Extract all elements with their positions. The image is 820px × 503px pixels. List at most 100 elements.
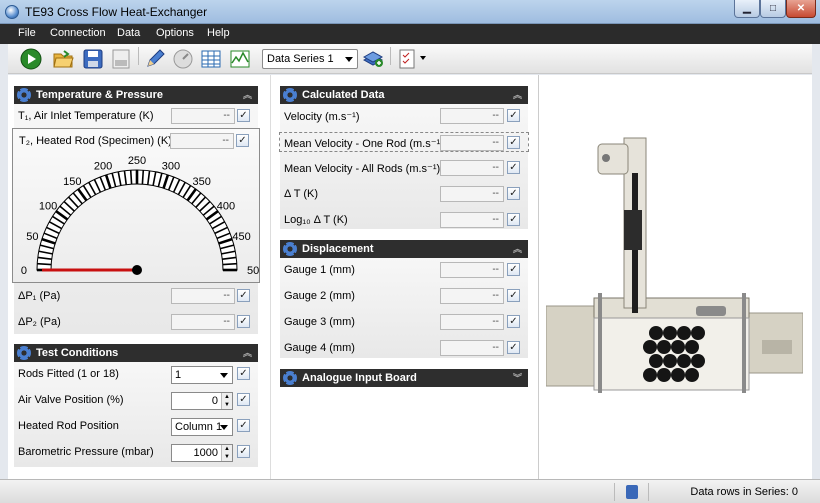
export-excel-icon[interactable] xyxy=(110,48,132,70)
heated-select[interactable]: Column 1 xyxy=(171,418,233,436)
disp-checkbox[interactable]: ✓ xyxy=(507,341,520,354)
menu-file[interactable]: File xyxy=(18,27,36,39)
add-series-icon[interactable] xyxy=(362,48,384,70)
t2-label: T₂, Heated Rod (Specimen) (K) xyxy=(19,135,172,147)
rods-select[interactable]: 1 xyxy=(171,366,233,384)
valve-checkbox[interactable]: ✓ xyxy=(237,393,250,406)
report-dropdown-icon[interactable] xyxy=(420,56,426,60)
valve-label: Air Valve Position (%) xyxy=(18,394,124,406)
temperature-panel-title: Temperature & Pressure xyxy=(36,89,163,101)
baro-checkbox[interactable]: ✓ xyxy=(237,445,250,458)
report-icon[interactable] xyxy=(396,48,418,70)
data-series-select[interactable]: Data Series 1 xyxy=(262,49,358,69)
maximize-button[interactable]: □ xyxy=(760,0,786,18)
save-icon[interactable] xyxy=(82,48,104,70)
test-panel-title: Test Conditions xyxy=(36,347,119,359)
disp-row: Gauge 3 (mm) -- ✓ xyxy=(280,312,528,332)
toolbar: Data Series 1 xyxy=(8,44,812,74)
collapse-icon[interactable]: ︽ xyxy=(243,86,252,104)
calc-label: Δ T (K) xyxy=(284,188,319,200)
disp-row: Gauge 1 (mm) -- ✓ xyxy=(280,260,528,280)
dp1-checkbox[interactable]: ✓ xyxy=(237,289,250,302)
baro-value: 1000 xyxy=(193,447,218,459)
menu-help[interactable]: Help xyxy=(207,27,230,39)
calc-row: Mean Velocity - One Rod (m.s⁻¹) -- ✓ xyxy=(279,132,529,152)
t1-checkbox[interactable]: ✓ xyxy=(237,109,250,122)
displacement-panel-title: Displacement xyxy=(302,243,374,255)
disp-label: Gauge 1 (mm) xyxy=(284,264,355,276)
expand-icon[interactable]: ︾ xyxy=(513,369,522,387)
disp-label: Gauge 3 (mm) xyxy=(284,316,355,328)
calc-panel-header[interactable]: Calculated Data ︽ xyxy=(280,86,528,104)
rods-checkbox[interactable]: ✓ xyxy=(237,367,250,380)
calc-checkbox[interactable]: ✓ xyxy=(507,187,520,200)
disp-label: Gauge 2 (mm) xyxy=(284,290,355,302)
dp2-label: ΔP₂ (Pa) xyxy=(18,316,61,328)
gear-icon xyxy=(17,346,31,360)
calc-panel: Velocity (m.s⁻¹) -- ✓ Mean Velocity - One R… xyxy=(279,104,529,229)
baro-stepper[interactable]: 1000 ▲ ▼ xyxy=(171,444,233,462)
calc-checkbox[interactable]: ✓ xyxy=(507,161,520,174)
analogue-panel-header[interactable]: Analogue Input Board ︾ xyxy=(280,369,528,387)
minimize-button[interactable]: ▁ xyxy=(734,0,760,18)
rods-label: Rods Fitted (1 or 18) xyxy=(18,368,119,380)
displacement-panel-header[interactable]: Displacement ︽ xyxy=(280,240,528,258)
gauge-tick-label: 400 xyxy=(217,200,235,212)
table-icon[interactable] xyxy=(200,48,222,70)
calc-value: -- xyxy=(440,186,504,202)
dial-icon[interactable] xyxy=(172,48,194,70)
valve-stepper[interactable]: 0 ▲ ▼ xyxy=(171,392,233,410)
gauge-tick-label: 0 xyxy=(21,265,27,277)
disp-row: Gauge 2 (mm) -- ✓ xyxy=(280,286,528,306)
open-folder-icon[interactable] xyxy=(52,48,74,70)
valve-row: Air Valve Position (%) 0 ▲ ▼ ✓ xyxy=(14,390,258,410)
gear-icon xyxy=(283,371,297,385)
collapse-icon[interactable]: ︽ xyxy=(513,240,522,258)
t2-row: T₂, Heated Rod (Specimen) (K) -- ✓ xyxy=(15,131,259,151)
spin-arrows-icon[interactable]: ▲ ▼ xyxy=(221,393,232,409)
temperature-panel-header[interactable]: Temperature & Pressure ︽ xyxy=(14,86,258,104)
valve-value: 0 xyxy=(211,395,218,407)
calc-label: Log₁₀ Δ T (K) xyxy=(284,214,348,226)
play-icon[interactable] xyxy=(20,48,42,70)
menu-connection[interactable]: Connection xyxy=(50,27,106,39)
menu-data[interactable]: Data xyxy=(117,27,140,39)
disp-value: -- xyxy=(440,288,504,304)
gauge-tick-label: 100 xyxy=(39,200,57,212)
calc-label: Mean Velocity - One Rod (m.s⁻¹) xyxy=(284,138,444,150)
dp2-checkbox[interactable]: ✓ xyxy=(237,315,250,328)
graph-icon[interactable] xyxy=(229,48,251,70)
dp1-value: -- xyxy=(171,288,235,304)
menu-options[interactable]: Options xyxy=(156,27,194,39)
collapse-icon[interactable]: ︽ xyxy=(243,344,252,362)
calc-label: Velocity (m.s⁻¹) xyxy=(284,111,360,123)
calc-checkbox[interactable]: ✓ xyxy=(507,109,520,122)
calc-label: Mean Velocity - All Rods (m.s⁻¹) xyxy=(284,163,441,175)
t2-checkbox[interactable]: ✓ xyxy=(236,134,249,147)
dp2-value: -- xyxy=(171,314,235,330)
heated-checkbox[interactable]: ✓ xyxy=(237,419,250,432)
calc-value: -- xyxy=(440,160,504,176)
t1-row: T₁, Air Inlet Temperature (K) -- ✓ xyxy=(14,106,258,126)
gauge-tick-label: 300 xyxy=(162,160,180,172)
gauge-tick xyxy=(141,170,145,185)
data-series-value: Data Series 1 xyxy=(267,53,334,65)
gauge-tick-label: 350 xyxy=(192,176,210,188)
test-panel-header[interactable]: Test Conditions ︽ xyxy=(14,344,258,362)
disp-checkbox[interactable]: ✓ xyxy=(507,263,520,276)
temperature-gauge: 0 50 100 150 200 250 300 350 400 450 500 xyxy=(21,155,259,277)
menu-bar: File Connection Data Options Help xyxy=(0,24,820,44)
calc-row: Mean Velocity - All Rods (m.s⁻¹) -- ✓ xyxy=(280,158,528,178)
gauge-box: T₂, Heated Rod (Specimen) (K) -- ✓ 0 50 10… xyxy=(12,128,260,283)
disp-checkbox[interactable]: ✓ xyxy=(507,315,520,328)
disp-checkbox[interactable]: ✓ xyxy=(507,289,520,302)
disp-row: Gauge 4 (mm) -- ✓ xyxy=(280,338,528,358)
temperature-panel: T₁, Air Inlet Temperature (K) -- ✓ T₂, H… xyxy=(12,104,260,334)
collapse-icon[interactable]: ︽ xyxy=(513,86,522,104)
calc-checkbox[interactable]: ✓ xyxy=(507,136,520,149)
test-panel: Rods Fitted (1 or 18) 1 ✓ Air Valve Posi… xyxy=(14,362,258,467)
close-button[interactable]: ✕ xyxy=(786,0,816,18)
pencil-icon[interactable] xyxy=(144,48,166,70)
spin-arrows-icon[interactable]: ▲ ▼ xyxy=(221,445,232,461)
calc-checkbox[interactable]: ✓ xyxy=(507,213,520,226)
